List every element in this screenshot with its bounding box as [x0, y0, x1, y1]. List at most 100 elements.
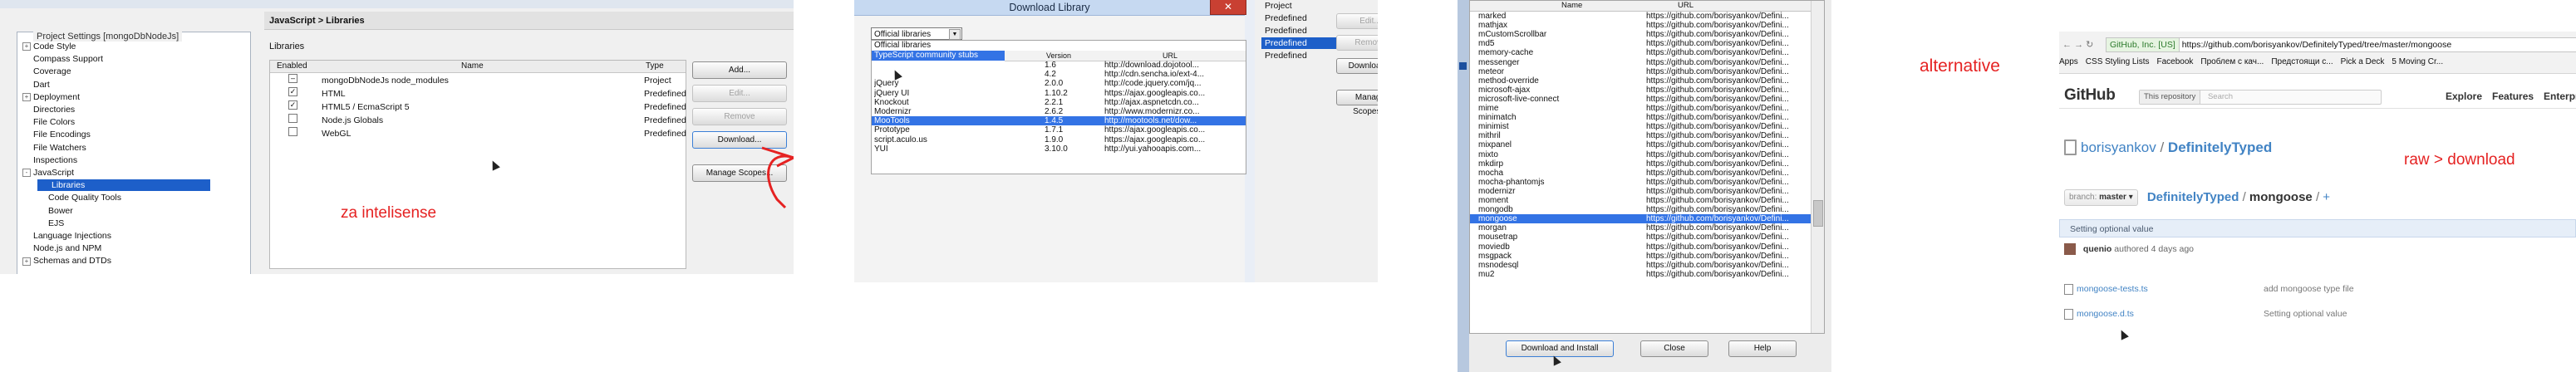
- expander-icon[interactable]: +: [22, 257, 31, 266]
- tree-item[interactable]: Bower: [37, 205, 73, 217]
- stub-row[interactable]: msnodesql https://github.com/borisyankov/…: [1470, 261, 1811, 270]
- add-file-link[interactable]: +: [2323, 190, 2330, 204]
- stub-row[interactable]: meteor https://github.com/borisyankov/Def…: [1470, 67, 1811, 76]
- stub-row[interactable]: mixto https://github.com/borisyankov/Defi…: [1470, 150, 1811, 159]
- file-commit-message[interactable]: Setting optional value: [2264, 307, 2347, 321]
- side-download-button[interactable]: Download...: [1336, 58, 1378, 74]
- bookmark-item[interactable]: Facebook: [2157, 57, 2194, 66]
- stub-row[interactable]: mongoose https://github.com/borisyankov/D…: [1470, 214, 1811, 224]
- tree-item[interactable]: Node.js and NPM: [22, 242, 101, 254]
- side-remove-button[interactable]: Remove: [1336, 35, 1378, 51]
- tree-item[interactable]: Coverage: [22, 66, 71, 77]
- branch-selector[interactable]: branch: master ▾: [2064, 189, 2138, 206]
- expander-icon[interactable]: +: [22, 93, 31, 102]
- enabled-checkbox[interactable]: –: [288, 74, 297, 83]
- expander-icon[interactable]: +: [22, 42, 31, 51]
- stub-row[interactable]: microsoft-ajax https://github.com/borisya…: [1470, 86, 1811, 95]
- library-row[interactable]: jQuery 2.0.0 http://code.jquery.com/jq...: [872, 79, 1246, 88]
- stub-row[interactable]: modernizr https://github.com/borisyankov/…: [1470, 187, 1811, 196]
- bookmark-item[interactable]: Apps: [2059, 57, 2078, 66]
- tree-item[interactable]: Dart: [22, 79, 50, 91]
- header-type[interactable]: Type: [646, 61, 664, 72]
- library-row[interactable]: script.aculo.us 1.9.0 https://ajax.googlea…: [872, 135, 1246, 144]
- file-row[interactable]: mongoose.d.ts Setting optional value: [2064, 307, 2571, 321]
- stub-row[interactable]: mixpanel https://github.com/borisyankov/D…: [1470, 140, 1811, 149]
- header-version[interactable]: Version: [1046, 51, 1071, 61]
- close-icon[interactable]: ✕: [1210, 0, 1246, 15]
- tree-item[interactable]: Directories: [22, 104, 75, 115]
- bookmark-item[interactable]: CSS Styling Lists: [2086, 57, 2150, 66]
- close-button[interactable]: Close: [1640, 340, 1708, 357]
- stub-row[interactable]: mkdirp https://github.com/borisyankov/Def…: [1470, 159, 1811, 169]
- library-row[interactable]: Prototype 1.7.1 https://ajax.googleapis.co…: [872, 125, 1246, 135]
- reload-icon[interactable]: ↻: [2086, 40, 2093, 50]
- library-row[interactable]: jQuery UI 1.10.2 https://ajax.googleapis.c…: [872, 89, 1246, 98]
- tree-item[interactable]: + Code Style: [22, 41, 76, 52]
- library-row[interactable]: YUI 3.10.0 http://yui.yahooapis.com...: [872, 144, 1246, 154]
- table-row[interactable]: Node.js Globals Predefined: [270, 114, 686, 127]
- table-row[interactable]: WebGL Predefined: [270, 127, 686, 140]
- stub-row[interactable]: mathjax https://github.com/borisyankov/De…: [1470, 21, 1811, 30]
- latest-commit-bar[interactable]: Setting optional value: [2059, 219, 2576, 237]
- repo-name-link[interactable]: DefinitelyTyped: [2168, 140, 2272, 155]
- enabled-checkbox[interactable]: [288, 127, 297, 136]
- stub-row[interactable]: moment https://github.com/borisyankov/Def…: [1470, 196, 1811, 205]
- stub-row[interactable]: marked https://github.com/borisyankov/Def…: [1470, 12, 1811, 21]
- stub-row[interactable]: mCustomScrollbar https://github.com/boris…: [1470, 30, 1811, 39]
- tree-item[interactable]: Code Quality Tools: [37, 192, 121, 203]
- enabled-checkbox[interactable]: [288, 114, 297, 123]
- stub-row[interactable]: morgan https://github.com/borisyankov/Def…: [1470, 223, 1811, 232]
- library-row[interactable]: 4.2 http://cdn.sencha.io/ext-4...: [1005, 70, 1246, 79]
- edit-button[interactable]: Edit...: [692, 85, 787, 102]
- header-name[interactable]: Name: [461, 61, 484, 72]
- repo-search[interactable]: This repository Search: [2139, 90, 2382, 105]
- tree-item[interactable]: + Schemas and DTDs: [22, 255, 111, 267]
- tree-item[interactable]: Inspections: [22, 154, 77, 166]
- file-commit-message[interactable]: add mongoose type file: [2264, 282, 2354, 296]
- side-edit-button[interactable]: Edit...: [1336, 13, 1378, 29]
- table-row[interactable]: ✓ HTML5 / EcmaScript 5 Predefined: [270, 100, 686, 114]
- tree-item[interactable]: File Colors: [22, 116, 75, 128]
- stub-row[interactable]: msgpack https://github.com/borisyankov/De…: [1470, 252, 1811, 261]
- file-row[interactable]: mongoose-tests.ts add mongoose type file: [2064, 282, 2571, 296]
- header-url[interactable]: URL: [1163, 51, 1177, 61]
- file-name-link[interactable]: mongoose.d.ts: [2077, 309, 2134, 319]
- library-row[interactable]: MooTools 1.4.5 http://mootools.net/dow...: [872, 116, 1246, 126]
- tree-item[interactable]: EJS: [37, 218, 64, 229]
- tree-item[interactable]: Language Injections: [22, 230, 111, 242]
- stub-row[interactable]: mongodb https://github.com/borisyankov/De…: [1470, 205, 1811, 214]
- stub-row[interactable]: minimatch https://github.com/borisyankov/…: [1470, 113, 1811, 122]
- enabled-checkbox[interactable]: ✓: [288, 100, 297, 110]
- header-url[interactable]: URL: [1678, 1, 1694, 11]
- table-row[interactable]: ✓ HTML Predefined: [270, 87, 686, 100]
- stub-row[interactable]: mu2 https://github.com/borisyankov/Defini…: [1470, 270, 1811, 279]
- forward-icon[interactable]: →: [2074, 40, 2083, 50]
- back-icon[interactable]: ←: [2062, 40, 2072, 50]
- header-name[interactable]: Name: [1561, 1, 1582, 11]
- stub-row[interactable]: mocha https://github.com/borisyankov/Defi…: [1470, 169, 1811, 178]
- stub-row[interactable]: method-override https://github.com/borisy…: [1470, 76, 1811, 86]
- stub-row[interactable]: moviedb https://github.com/borisyankov/De…: [1470, 242, 1811, 252]
- path-repo-link[interactable]: DefinitelyTyped: [2147, 190, 2239, 204]
- author-name[interactable]: quenio: [2083, 244, 2111, 254]
- stub-row[interactable]: mousetrap https://github.com/borisyankov/…: [1470, 232, 1811, 242]
- stub-row[interactable]: minimist https://github.com/borisyankov/D…: [1470, 122, 1811, 131]
- enabled-checkbox[interactable]: ✓: [288, 87, 297, 96]
- download-install-button[interactable]: Download and Install: [1506, 340, 1614, 357]
- tree-item[interactable]: Compass Support: [22, 53, 103, 65]
- library-row[interactable]: 1.6 http://download.dojotool...: [1005, 61, 1246, 70]
- stub-row[interactable]: mocha-phantomjs https://github.com/borisy…: [1470, 178, 1811, 187]
- remove-button[interactable]: Remove: [692, 108, 787, 125]
- bookmark-item[interactable]: Проблем с кач...: [2200, 57, 2264, 66]
- tree-item[interactable]: - JavaScript: [22, 167, 74, 179]
- table-row[interactable]: – mongoDbNodeJs node_modules Project: [270, 74, 686, 87]
- stub-row[interactable]: messenger https://github.com/borisyankov/…: [1470, 58, 1811, 67]
- stub-row[interactable]: md5 https://github.com/borisyankov/Defini…: [1470, 39, 1811, 48]
- library-row[interactable]: Knockout 2.2.1 http://ajax.aspnetcdn.co...: [872, 98, 1246, 107]
- help-button[interactable]: Help: [1728, 340, 1797, 357]
- side-manage-scopes-button[interactable]: Manage Scopes...: [1336, 90, 1378, 116]
- stub-row[interactable]: memory-cache https://github.com/borisyank…: [1470, 48, 1811, 57]
- nav-link[interactable]: Explore: [2446, 91, 2482, 102]
- nav-link[interactable]: Features: [2492, 91, 2534, 102]
- stub-row[interactable]: microsoft-live-connect https://github.com…: [1470, 95, 1811, 104]
